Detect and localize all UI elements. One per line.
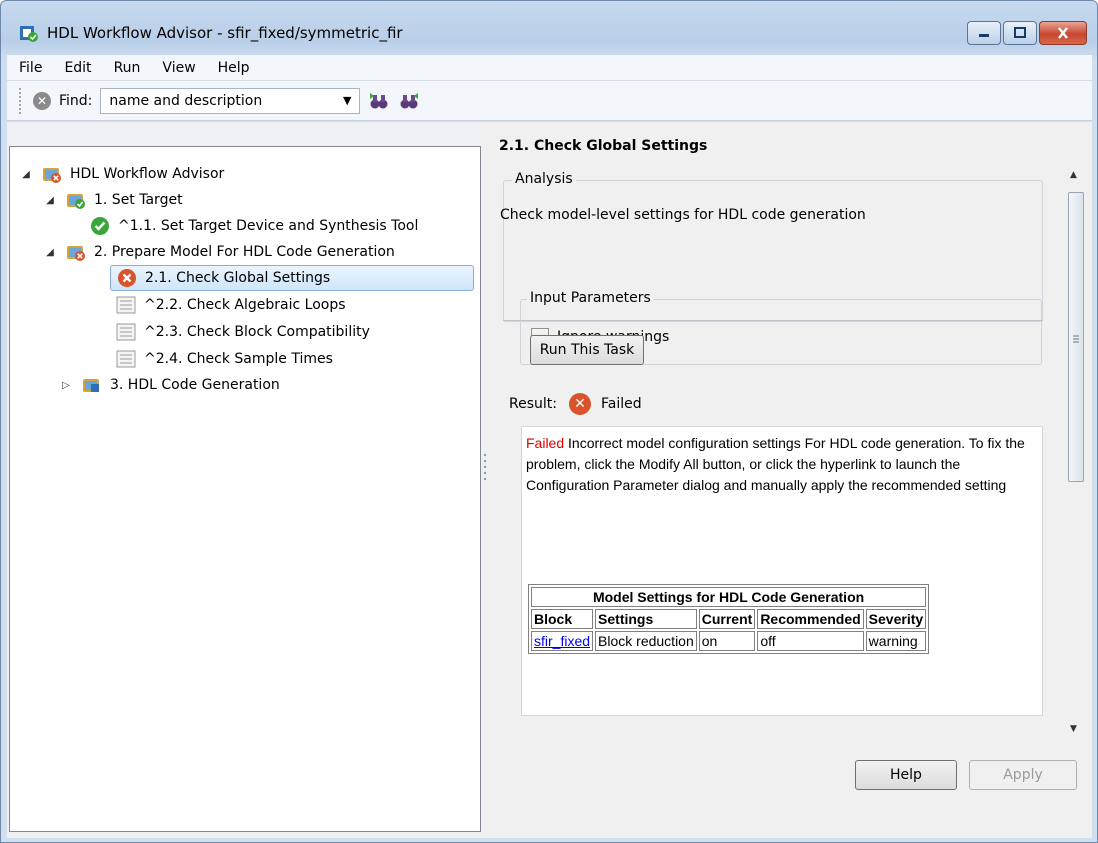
folder-error-icon [66,242,86,262]
find-previous-icon[interactable] [368,91,390,111]
workflow-tree[interactable]: ◢ HDL Workflow Advisor ◢ 1. Set Target ^… [9,146,481,832]
tree-item-algebraic-loops[interactable]: ^2.2. Check Algebraic Loops [116,292,346,318]
menu-view[interactable]: View [162,60,195,76]
table-row: sfir_fixed Block reduction on off warnin… [531,631,927,651]
menu-bar: File Edit Run View Help [7,55,1092,81]
window-title: HDL Workflow Advisor - sfir_fixed/symmet… [47,24,403,42]
block-link[interactable]: sfir_fixed [534,633,590,649]
failed-status-icon: ✕ [568,393,591,415]
analysis-text: Check model-level settings for HDL code … [500,207,866,223]
tree-item-sample-times[interactable]: ^2.4. Check Sample Times [116,346,333,372]
column-header-recommended: Recommended [757,609,864,629]
task-icon [116,322,136,342]
column-header-severity: Severity [865,609,927,629]
scrollbar-thumb[interactable] [1068,192,1084,482]
window-controls [967,21,1087,45]
message-failed-word: Failed [526,435,565,451]
tree-item-label: 2.1. Check Global Settings [145,270,331,286]
close-icon [1058,27,1068,39]
apply-button[interactable]: Apply [969,760,1077,790]
recommended-cell: off [757,631,864,651]
toolbar: ✕ Find: name and description ▼ [7,81,1092,121]
tree-item-label: HDL Workflow Advisor [70,166,225,182]
tree-item-label: ^2.2. Check Algebraic Loops [144,297,346,313]
folder-pass-icon [66,190,86,210]
tree-item-label: ^1.1. Set Target Device and Synthesis To… [118,218,419,234]
main-content: ◢ HDL Workflow Advisor ◢ 1. Set Target ^… [7,122,1092,838]
menu-run[interactable]: Run [114,60,141,76]
tree-item-block-compatibility[interactable]: ^2.3. Check Block Compatibility [116,319,370,345]
help-button[interactable]: Help [855,760,957,790]
menu-file[interactable]: File [19,60,42,76]
tree-item-prepare-model[interactable]: ◢ 2. Prepare Model For HDL Code Generati… [44,239,395,265]
message-text: Incorrect model configuration settings F… [526,435,1025,493]
table-header-row: Block Settings Current Recommended Sever… [531,609,927,629]
maximize-button[interactable] [1003,21,1037,45]
menu-help[interactable]: Help [218,60,250,76]
fail-icon [117,268,137,288]
tree-item-label: ^2.3. Check Block Compatibility [144,324,370,340]
close-button[interactable] [1039,21,1087,45]
block-cell: sfir_fixed [531,631,594,651]
result-label: Result: [509,396,557,412]
settings-cell: Block reduction [595,631,697,651]
tree-item-root[interactable]: ◢ HDL Workflow Advisor [20,161,224,187]
column-header-current: Current [698,609,756,629]
expand-arrow-icon[interactable]: ◢ [44,195,56,206]
tree-item-set-target-device[interactable]: ^1.1. Set Target Device and Synthesis To… [90,213,418,239]
tree-item-label: 1. Set Target [94,192,183,208]
result-status: Failed [600,396,642,412]
expand-arrow-icon[interactable]: ◢ [44,247,56,258]
task-icon [116,295,136,315]
task-detail-panel: 2.1. Check Global Settings Analysis Chec… [489,122,1092,838]
vertical-scrollbar[interactable]: ▲ ▼ [1067,164,1085,742]
minimize-icon [979,34,989,37]
result-message: Failed Incorrect model configuration set… [526,433,1042,496]
check-pass-icon [90,216,110,236]
tree-item-check-global-settings[interactable]: 2.1. Check Global Settings [110,265,474,291]
find-dropdown[interactable]: name and description ▼ [100,87,361,114]
app-icon [19,25,39,43]
maximize-icon [1014,27,1026,38]
tree-item-label: 3. HDL Code Generation [110,377,280,393]
current-cell: on [698,631,756,651]
title-bar: HDL Workflow Advisor - sfir_fixed/symmet… [1,1,1097,55]
minimize-button[interactable] [967,21,1001,45]
tree-header-strip [7,122,479,146]
result-row: Result: ✕ Failed [509,393,642,415]
folder-error-icon [42,164,62,184]
model-settings-table: Model Settings for HDL Code Generation B… [528,584,930,654]
input-parameters-legend: Input Parameters [527,290,654,306]
scroll-up-icon[interactable]: ▲ [1070,170,1077,180]
scroll-down-icon[interactable]: ▼ [1070,724,1077,734]
tree-item-hdl-code-generation[interactable]: ▷ 3. HDL Code Generation [60,372,280,398]
expand-arrow-icon[interactable]: ◢ [20,169,32,180]
analysis-group: Analysis Check model-level settings for … [500,171,1043,365]
clear-search-icon[interactable]: ✕ [33,91,51,110]
toolbar-grip[interactable] [19,87,23,114]
tree-item-label: ^2.4. Check Sample Times [144,351,333,367]
tree-item-set-target[interactable]: ◢ 1. Set Target [44,187,183,213]
find-next-icon[interactable] [398,91,420,111]
column-header-settings: Settings [595,609,697,629]
run-this-task-button[interactable]: Run This Task [530,335,644,365]
divider [503,320,1043,321]
panel-splitter[interactable] [481,452,489,482]
task-icon [116,349,136,369]
column-header-block: Block [531,609,594,629]
find-dropdown-value: name and description [109,92,263,109]
analysis-legend: Analysis [512,171,576,187]
result-message-box: Failed Incorrect model configuration set… [521,426,1043,716]
menu-edit[interactable]: Edit [64,60,91,76]
folder-icon [82,375,102,395]
chevron-down-icon: ▼ [342,94,352,107]
table-caption: Model Settings for HDL Code Generation [531,587,927,607]
collapse-arrow-icon[interactable]: ▷ [60,380,72,391]
severity-cell: warning [865,631,927,651]
status-bar [7,837,1092,843]
find-label: Find: [59,92,93,109]
application-window: HDL Workflow Advisor - sfir_fixed/symmet… [0,0,1098,843]
panel-title: 2.1. Check Global Settings [499,138,708,154]
tree-item-label: 2. Prepare Model For HDL Code Generation [94,244,395,260]
